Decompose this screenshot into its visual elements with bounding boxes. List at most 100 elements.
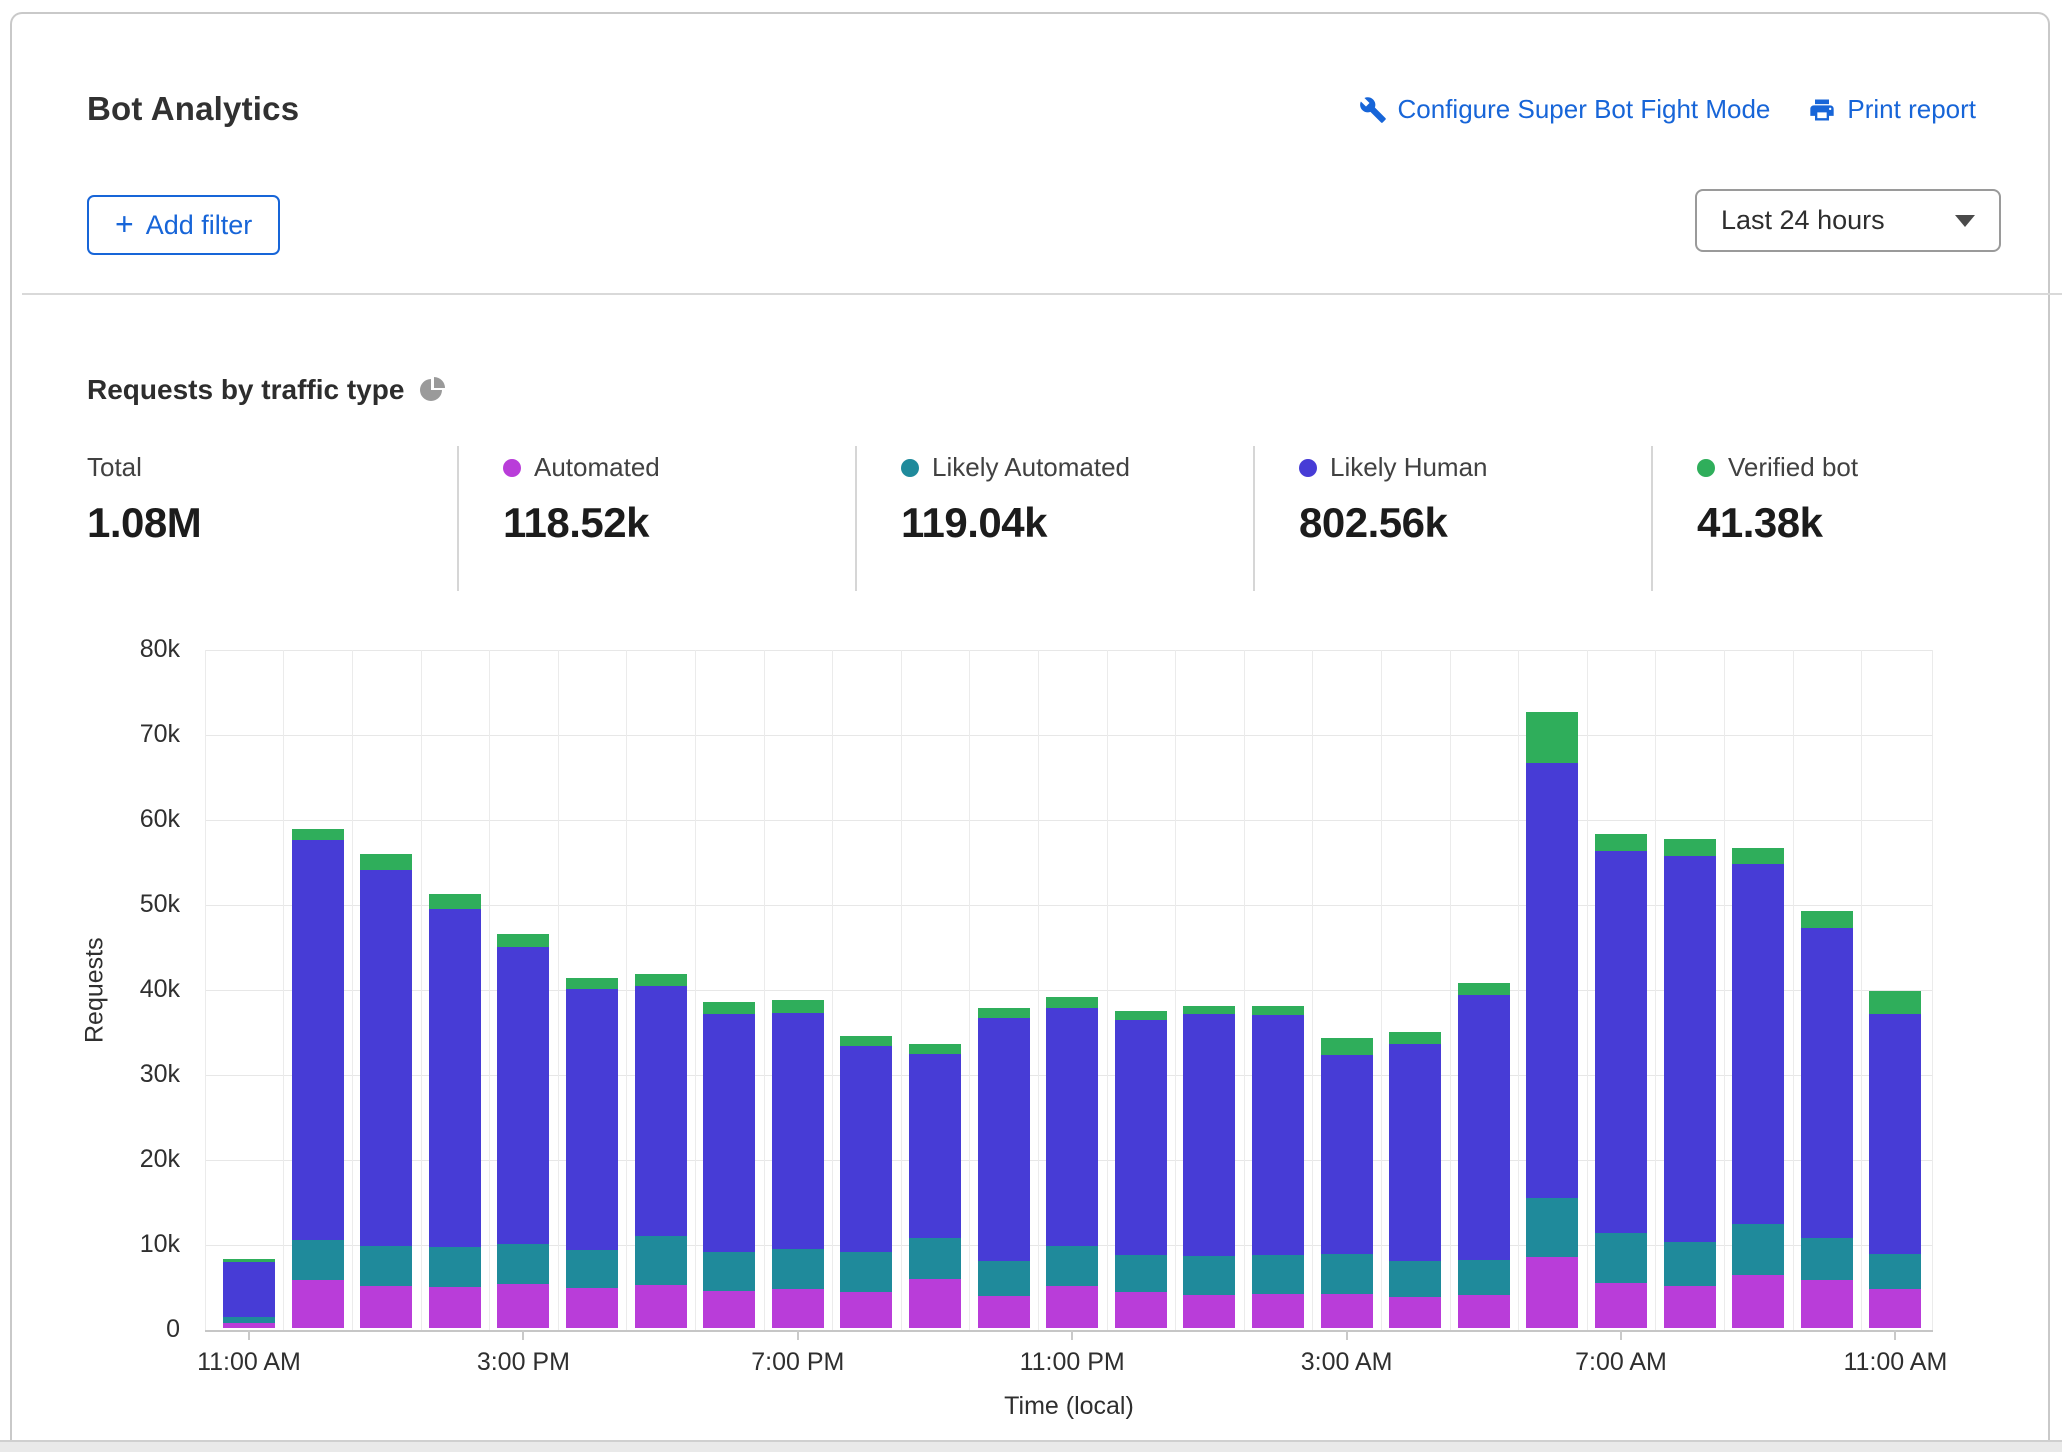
- bar-9-8-00-pm[interactable]: [840, 1036, 892, 1328]
- bar-5-4-00-pm[interactable]: [566, 978, 618, 1328]
- bar-11-10-00-pm[interactable]: [978, 1008, 1030, 1328]
- bar-segment-likely-human: [1115, 1020, 1167, 1255]
- bar-6-5-00-pm[interactable]: [635, 974, 687, 1328]
- bar-segment-verified-bot: [1526, 712, 1578, 763]
- x-tick-11-00-am: 11:00 AM: [1785, 1348, 2005, 1377]
- bar-segment-likely-automated: [840, 1252, 892, 1291]
- stat-value-likely-human: 802.56k: [1299, 499, 1651, 547]
- x-tick-3-00-am: 3:00 AM: [1237, 1348, 1457, 1377]
- bar-20-7-00-am[interactable]: [1595, 834, 1647, 1328]
- configure-super-bot-fight-mode-link[interactable]: Configure Super Bot Fight Mode: [1359, 94, 1771, 125]
- bar-segment-likely-automated: [635, 1236, 687, 1285]
- header-divider: [22, 293, 2062, 295]
- bar-3-2-00-pm[interactable]: [429, 894, 481, 1328]
- x-tick-mark: [1071, 1330, 1073, 1340]
- configure-link-label: Configure Super Bot Fight Mode: [1398, 94, 1771, 125]
- bar-segment-likely-human: [429, 909, 481, 1247]
- stat-label-verified-bot: Verified bot: [1697, 452, 1999, 483]
- bar-1-12-00-pm[interactable]: [292, 829, 344, 1328]
- stat-value-likely-automated: 119.04k: [901, 499, 1253, 547]
- y-tick-70k: 70k: [40, 720, 180, 749]
- bar-segment-likely-human: [360, 870, 412, 1246]
- stat-value-total: 1.08M: [87, 499, 457, 547]
- bar-segment-likely-automated: [429, 1247, 481, 1287]
- bar-segment-likely-human: [1183, 1014, 1235, 1255]
- bar-segment-likely-automated: [1732, 1224, 1784, 1274]
- x-tick-11-00-pm: 11:00 PM: [962, 1348, 1182, 1377]
- x-tick-mark: [248, 1330, 250, 1340]
- bar-segment-automated: [497, 1284, 549, 1328]
- bar-segment-automated: [566, 1288, 618, 1328]
- bar-segment-likely-human: [1321, 1055, 1373, 1254]
- gridline-v-10: [901, 650, 902, 1330]
- gridline-h-70k: [205, 735, 1933, 736]
- x-tick-3-00-pm: 3:00 PM: [413, 1348, 633, 1377]
- gridline-v-9: [832, 650, 833, 1330]
- gridline-v-25: [1932, 650, 1933, 1330]
- plot-area: [205, 650, 1933, 1330]
- bar-segment-likely-human: [292, 840, 344, 1240]
- chevron-down-icon: [1955, 215, 1975, 227]
- stat-label-likely-human: Likely Human: [1299, 452, 1651, 483]
- bar-4-3-00-pm[interactable]: [497, 934, 549, 1328]
- bar-21-8-00-am[interactable]: [1664, 839, 1716, 1328]
- bar-segment-automated: [772, 1289, 824, 1328]
- bar-segment-automated: [1321, 1294, 1373, 1328]
- bar-17-4-00-am[interactable]: [1389, 1032, 1441, 1328]
- bar-16-3-00-am[interactable]: [1321, 1038, 1373, 1328]
- bar-segment-verified-bot: [909, 1044, 961, 1054]
- bar-segment-verified-bot: [566, 978, 618, 989]
- bar-15-2-00-am[interactable]: [1252, 1006, 1304, 1328]
- bar-segment-likely-human: [909, 1054, 961, 1238]
- bar-segment-likely-human: [566, 989, 618, 1250]
- bar-segment-verified-bot: [1458, 983, 1510, 995]
- bar-2-1-00-pm[interactable]: [360, 854, 412, 1328]
- stat-label-text: Verified bot: [1728, 452, 1858, 483]
- bar-segment-likely-automated: [360, 1246, 412, 1287]
- gridline-v-13: [1107, 650, 1108, 1330]
- bar-24-11-00-am[interactable]: [1869, 991, 1921, 1328]
- bar-segment-likely-human: [635, 986, 687, 1236]
- bar-segment-verified-bot: [1183, 1006, 1235, 1015]
- y-tick-80k: 80k: [40, 635, 180, 664]
- bar-segment-likely-human: [1595, 851, 1647, 1233]
- bar-12-11-00-pm[interactable]: [1046, 997, 1098, 1328]
- bar-segment-automated: [1458, 1295, 1510, 1328]
- gridline-h-80k: [205, 650, 1933, 651]
- bar-segment-likely-human: [1526, 763, 1578, 1198]
- print-report-link[interactable]: Print report: [1808, 94, 1976, 125]
- add-filter-label: Add filter: [146, 210, 253, 241]
- bar-18-5-00-am[interactable]: [1458, 983, 1510, 1328]
- bar-23-10-00-am[interactable]: [1801, 911, 1853, 1328]
- gridline-v-16: [1312, 650, 1313, 1330]
- bar-segment-verified-bot: [1595, 834, 1647, 851]
- gridline-v-11: [969, 650, 970, 1330]
- bar-segment-likely-human: [703, 1014, 755, 1252]
- bar-10-9-00-pm[interactable]: [909, 1044, 961, 1328]
- pie-chart-icon: [418, 376, 446, 404]
- bar-7-6-00-pm[interactable]: [703, 1002, 755, 1328]
- bar-segment-likely-automated: [1526, 1198, 1578, 1257]
- bar-segment-verified-bot: [1801, 911, 1853, 929]
- bar-segment-likely-human: [1458, 995, 1510, 1260]
- plus-icon: +: [115, 208, 134, 240]
- bar-segment-likely-human: [1252, 1015, 1304, 1255]
- bar-13-12-00-am[interactable]: [1115, 1011, 1167, 1328]
- bar-segment-likely-automated: [1321, 1254, 1373, 1294]
- bar-8-7-00-pm[interactable]: [772, 1000, 824, 1328]
- y-tick-50k: 50k: [40, 890, 180, 919]
- stat-label-total: Total: [87, 452, 457, 483]
- bar-segment-automated: [1732, 1275, 1784, 1329]
- add-filter-button[interactable]: + Add filter: [87, 195, 280, 255]
- bar-14-1-00-am[interactable]: [1183, 1006, 1235, 1328]
- time-range-dropdown[interactable]: Last 24 hours: [1695, 189, 2001, 252]
- bar-22-9-00-am[interactable]: [1732, 848, 1784, 1328]
- bar-segment-likely-automated: [1664, 1242, 1716, 1286]
- stat-value-verified-bot: 41.38k: [1697, 499, 1999, 547]
- bar-0-11-00-am[interactable]: [223, 1259, 275, 1328]
- bar-segment-likely-automated: [1801, 1238, 1853, 1280]
- x-tick-mark: [1620, 1330, 1622, 1340]
- bar-19-6-00-am[interactable]: [1526, 712, 1578, 1328]
- bar-segment-automated: [1183, 1295, 1235, 1328]
- section-title-text: Requests by traffic type: [87, 374, 404, 406]
